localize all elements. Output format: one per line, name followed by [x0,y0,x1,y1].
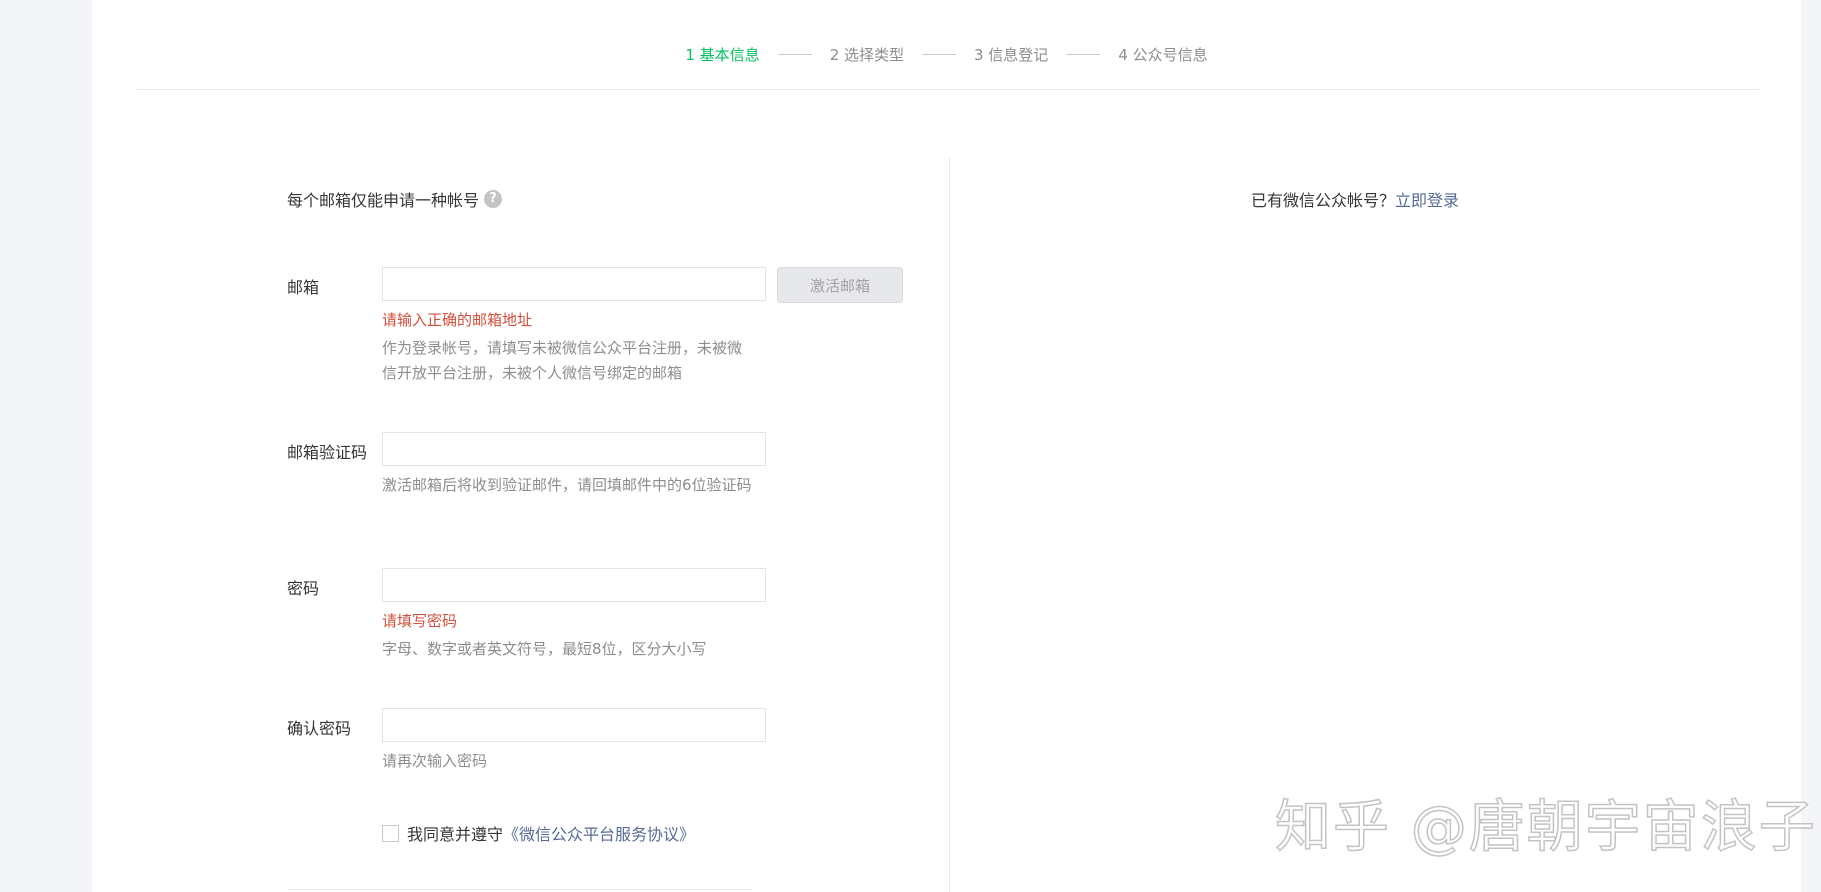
register-page: 1 基本信息 2 选择类型 3 信息登记 4 公众号信息 每个邮箱仅能申请一种帐… [92,0,1801,892]
email-notice: 每个邮箱仅能申请一种帐号 ? [287,187,503,211]
step-account-info: 4 公众号信息 [1118,45,1208,64]
agreement-checkbox[interactable] [382,824,399,842]
column-divider [949,158,950,892]
step-separator [777,53,812,55]
email-description: 作为登录帐号，请填写未被微信公众平台注册，未被微信开放平台注册，未被个人微信号绑… [382,339,743,382]
email-notice-text: 每个邮箱仅能申请一种帐号 [287,191,480,210]
password-label: 密码 [287,579,320,598]
confirm-password-input[interactable] [382,708,766,742]
step-info-register: 3 信息登记 [974,45,1049,64]
verify-code-input[interactable] [382,432,766,466]
step-indicator: 1 基本信息 2 选择类型 3 信息登记 4 公众号信息 [92,42,1801,66]
verify-code-label: 邮箱验证码 [287,443,368,462]
login-link[interactable]: 立即登录 [1395,191,1459,210]
password-input[interactable] [382,568,766,602]
activate-email-button[interactable]: 激活邮箱 [777,267,903,303]
step-separator [1066,53,1101,55]
confirm-password-label: 确认密码 [287,719,352,738]
login-hint-text: 已有微信公众帐号？ [1251,191,1396,210]
step-separator [922,53,956,55]
password-error: 请填写密码 [382,612,458,630]
step-basic-info: 1 基本信息 [685,45,760,64]
agreement-row: 我同意并遵守 《微信公众平台服务协议》 [382,821,695,845]
verify-code-description: 激活邮箱后将收到验证邮件，请回填邮件中的6位验证码 [382,476,752,494]
form-bottom-divider [287,889,753,890]
email-error: 请输入正确的邮箱地址 [382,311,533,329]
agreement-link[interactable]: 《微信公众平台服务协议》 [503,821,695,845]
agreement-text: 我同意并遵守 [407,825,504,844]
watermark: 知乎 @唐朝宇宙浪子 [1274,794,1817,861]
login-hint: 已有微信公众帐号？立即登录 [1251,187,1459,211]
email-input[interactable] [382,267,766,301]
steps-divider [137,89,1759,90]
confirm-password-description: 请再次输入密码 [382,752,488,770]
step-select-type: 2 选择类型 [829,45,904,64]
email-label: 邮箱 [287,278,320,297]
password-description: 字母、数字或者英文符号，最短8位，区分大小写 [382,640,707,658]
help-icon[interactable]: ? [484,190,503,208]
